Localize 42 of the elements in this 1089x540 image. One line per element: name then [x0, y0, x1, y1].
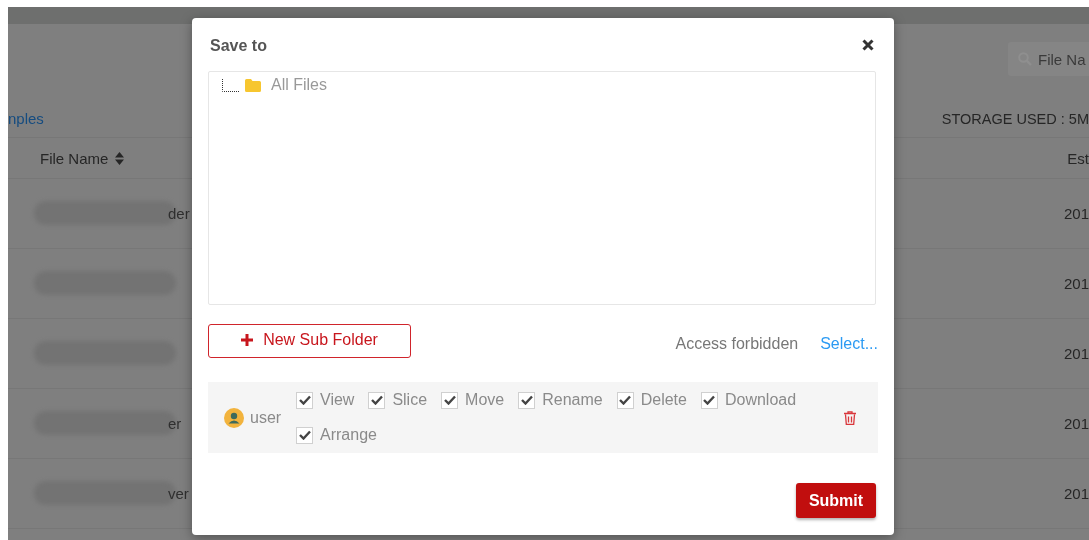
- column-header[interactable]: Est: [1067, 149, 1089, 167]
- plus-icon: [241, 334, 254, 346]
- permission-label: Move: [465, 391, 505, 409]
- folder-icon: [245, 78, 261, 92]
- file-name-text: der: [168, 205, 190, 222]
- user-name: user: [250, 408, 282, 427]
- checkbox[interactable]: [616, 391, 634, 409]
- checkbox[interactable]: [296, 391, 313, 409]
- user-avatar-icon: [224, 407, 244, 428]
- submit-button[interactable]: Submit: [796, 483, 876, 518]
- table-cell: 201: [1063, 485, 1089, 502]
- dialog-title: Save to: [210, 36, 267, 56]
- permission-label: Arrange: [320, 426, 377, 444]
- close-icon[interactable]: [862, 39, 874, 51]
- checkbox[interactable]: [518, 391, 536, 409]
- new-sub-folder-button[interactable]: New Sub Folder: [208, 324, 411, 358]
- table-cell: 201: [1063, 205, 1089, 222]
- column-header[interactable]: File Name: [40, 149, 125, 167]
- table-cell: 201: [1063, 415, 1089, 432]
- file-name-text: ver: [168, 485, 189, 502]
- checkbox[interactable]: [368, 391, 386, 409]
- checkbox[interactable]: [296, 426, 313, 444]
- delete-icon[interactable]: [844, 410, 856, 425]
- tree-item[interactable]: All Files: [271, 76, 327, 94]
- permission-label: Delete: [640, 391, 687, 409]
- permission-label: Download: [724, 391, 797, 409]
- file-name-text: er: [168, 415, 182, 432]
- access-label: Access forbidden: [675, 335, 799, 353]
- tree-connector-icon: [222, 78, 239, 92]
- sort-icon: [115, 151, 125, 165]
- table-cell: 201: [1063, 275, 1089, 292]
- search-field[interactable]: File Na: [1008, 42, 1089, 76]
- permission-label: View: [320, 391, 355, 409]
- select-link[interactable]: Select...: [820, 335, 878, 353]
- breadcrumb-link[interactable]: nples: [8, 110, 44, 127]
- table-cell: 201: [1063, 345, 1089, 362]
- search-placeholder: File Na: [1038, 50, 1086, 68]
- permission-label: Rename: [542, 391, 603, 409]
- storage-used-text: STORAGE USED : 5M: [941, 110, 1089, 127]
- permission-label: Slice: [392, 391, 428, 409]
- checkbox[interactable]: [700, 391, 718, 409]
- checkbox[interactable]: [441, 391, 459, 409]
